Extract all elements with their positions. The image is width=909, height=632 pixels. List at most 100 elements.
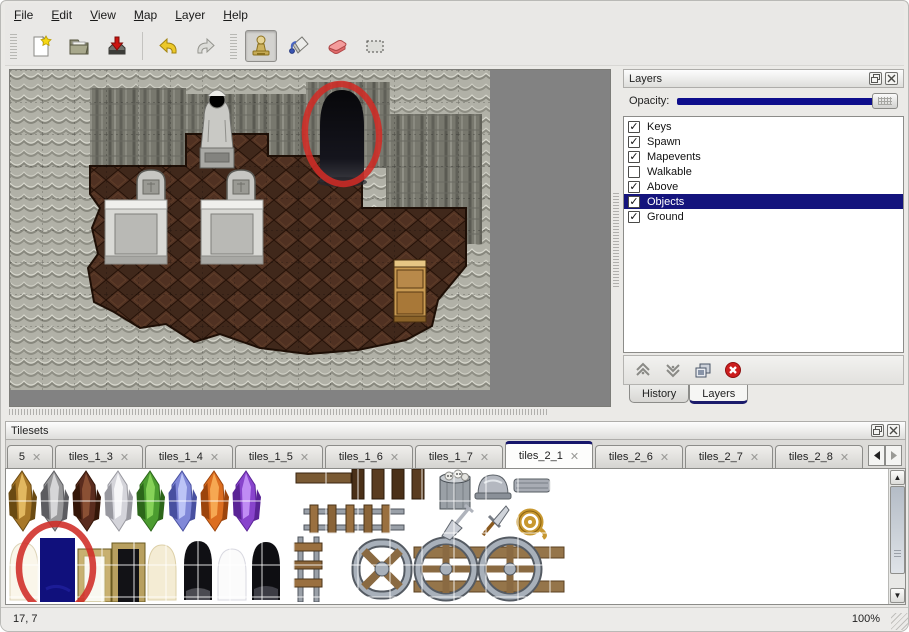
map-right-splitter-grip[interactable] [613,191,619,287]
opacity-slider-track[interactable] [677,98,896,105]
layer-visibility-checkbox[interactable]: ✓ [628,121,640,133]
tileset-tab-5[interactable]: 5✕ [7,445,53,468]
close-panel-button[interactable] [885,72,898,85]
layer-visibility-checkbox[interactable] [628,166,640,178]
scrollbar-thumb[interactable] [890,486,905,574]
scroll-up-button[interactable]: ▲ [890,470,905,485]
redo-icon [193,33,219,59]
opacity-slider-handle[interactable] [872,93,898,109]
layer-row-ground[interactable]: ✓Ground [624,209,903,224]
chevron-down-icon [664,361,682,379]
eraser-tool-button[interactable] [321,30,353,62]
layer-visibility-checkbox[interactable]: ✓ [628,136,640,148]
close-panel-button[interactable] [887,424,900,437]
layer-row-above[interactable]: ✓Above [624,179,903,194]
dock-tab-history[interactable]: History [629,385,689,403]
open-folder-icon [66,33,92,59]
undo-button[interactable] [152,30,184,62]
layer-row-mapevents[interactable]: ✓Mapevents [624,149,903,164]
tab-label: tiles_2_1 [519,450,563,462]
menu-view[interactable]: View [81,5,125,25]
tileset-tab-tiles_1_3[interactable]: tiles_1_3✕ [55,445,143,468]
tileset-tab-tiles_1_7[interactable]: tiles_1_7 ✕ [415,445,503,468]
tileset-content[interactable]: ▲ ▼ [5,468,906,605]
tileset-render [6,469,866,602]
dock-tabs: HistoryLayers [623,385,904,411]
layer-name: Spawn [647,136,681,148]
tab-close-icon[interactable]: ✕ [390,451,399,464]
tab-close-icon[interactable]: ✕ [840,451,849,464]
layer-name: Walkable [647,166,692,178]
layer-row-spawn[interactable]: ✓ Spawn [624,134,903,149]
metal-bar-tile[interactable] [514,479,550,492]
dark-doorway [317,90,367,187]
layers-panel-title: Layers [629,73,662,85]
save-button[interactable] [101,30,133,62]
layer-visibility-checkbox[interactable]: ✓ [628,196,640,208]
tileset-scrollbar[interactable]: ▲ ▼ [888,469,905,604]
tileset-tab-tiles_2_8[interactable]: tiles_2_8 ✕ [775,445,863,468]
open-file-button[interactable] [63,30,95,62]
tab-label: tiles_1_7 [429,451,473,463]
zoom-level: 100% [852,613,880,625]
fill-tool-icon [286,33,312,59]
wooden-cabinet [394,260,426,322]
tileset-tab-tiles_1_5[interactable]: tiles_1_5 ✕ [235,445,323,468]
tab-close-icon[interactable]: ✕ [570,450,579,463]
tileset-tab-tiles_1_4[interactable]: tiles_1_4✕ [145,445,233,468]
tileset-tab-tiles_1_6[interactable]: tiles_1_6✕ [325,445,413,468]
delete-layer-button[interactable] [722,359,744,381]
new-file-button[interactable] [25,30,57,62]
scroll-down-button[interactable]: ▼ [890,588,905,603]
tab-label: tiles_1_5 [249,451,293,463]
duplicate-layer-button[interactable] [692,359,714,381]
move-layer-down-button[interactable] [662,359,684,381]
tab-close-icon[interactable]: ✕ [120,451,129,464]
layer-list: ✓Keys✓Spawn✓MapeventsWalkable✓Above✓Obje… [623,116,904,353]
tab-close-icon[interactable]: ✕ [750,451,759,464]
tileset-tab-tiles_2_1[interactable]: tiles_2_1 ✕ [505,441,593,468]
toolbar-grip[interactable] [10,33,17,59]
float-panel-button[interactable] [871,424,884,437]
move-layer-up-button[interactable] [632,359,654,381]
stamp-tool-button[interactable] [245,30,277,62]
barrel-of-skulls-tile[interactable] [440,470,470,509]
tileset-tab-tiles_2_6[interactable]: tiles_2_6✕ [595,445,683,468]
menu-file[interactable]: File [5,5,42,25]
selected-tile-highlight[interactable] [40,538,75,602]
layer-row-walkable[interactable]: Walkable [624,164,903,179]
tileset-tab-tiles_2_7[interactable]: tiles_2_7✕ [685,445,773,468]
tab-scroll-buttons [868,445,902,466]
layer-visibility-checkbox[interactable]: ✓ [628,181,640,193]
layer-row-keys[interactable]: ✓Keys [624,119,903,134]
layer-visibility-checkbox[interactable]: ✓ [628,151,640,163]
layer-row-objects[interactable]: ✓Objects [624,194,903,209]
arrow-right-icon [890,451,898,460]
toolbar-grip[interactable] [230,33,237,59]
map-bottom-splitter-grip[interactable] [9,409,549,415]
redo-button[interactable] [190,30,222,62]
opacity-slider[interactable] [677,93,898,109]
dock-tab-layers[interactable]: Layers [689,385,748,404]
window-resize-grip[interactable] [891,613,908,630]
close-icon [889,426,898,435]
menu-map[interactable]: Map [125,5,166,25]
scroll-tabs-right-button[interactable] [885,445,902,466]
layer-visibility-checkbox[interactable]: ✓ [628,211,640,223]
fill-tool-button[interactable] [283,30,315,62]
scroll-tabs-left-button[interactable] [868,445,885,466]
tab-close-icon[interactable]: ✕ [210,451,219,464]
tab-close-icon[interactable]: ✕ [660,451,669,464]
tab-close-icon[interactable]: ✕ [32,451,41,464]
menu-edit[interactable]: Edit [42,5,81,25]
menu-bar: FileEditViewMapLayerHelp [5,3,904,26]
tab-label: tiles_2_8 [789,451,833,463]
delete-icon [724,361,742,379]
menu-layer[interactable]: Layer [166,5,214,25]
tab-close-icon[interactable]: ✕ [480,451,489,464]
map-canvas[interactable] [9,69,611,407]
menu-help[interactable]: Help [214,5,257,25]
tab-close-icon[interactable]: ✕ [300,451,309,464]
float-panel-button[interactable] [869,72,882,85]
rect-select-tool-button[interactable] [359,30,391,62]
